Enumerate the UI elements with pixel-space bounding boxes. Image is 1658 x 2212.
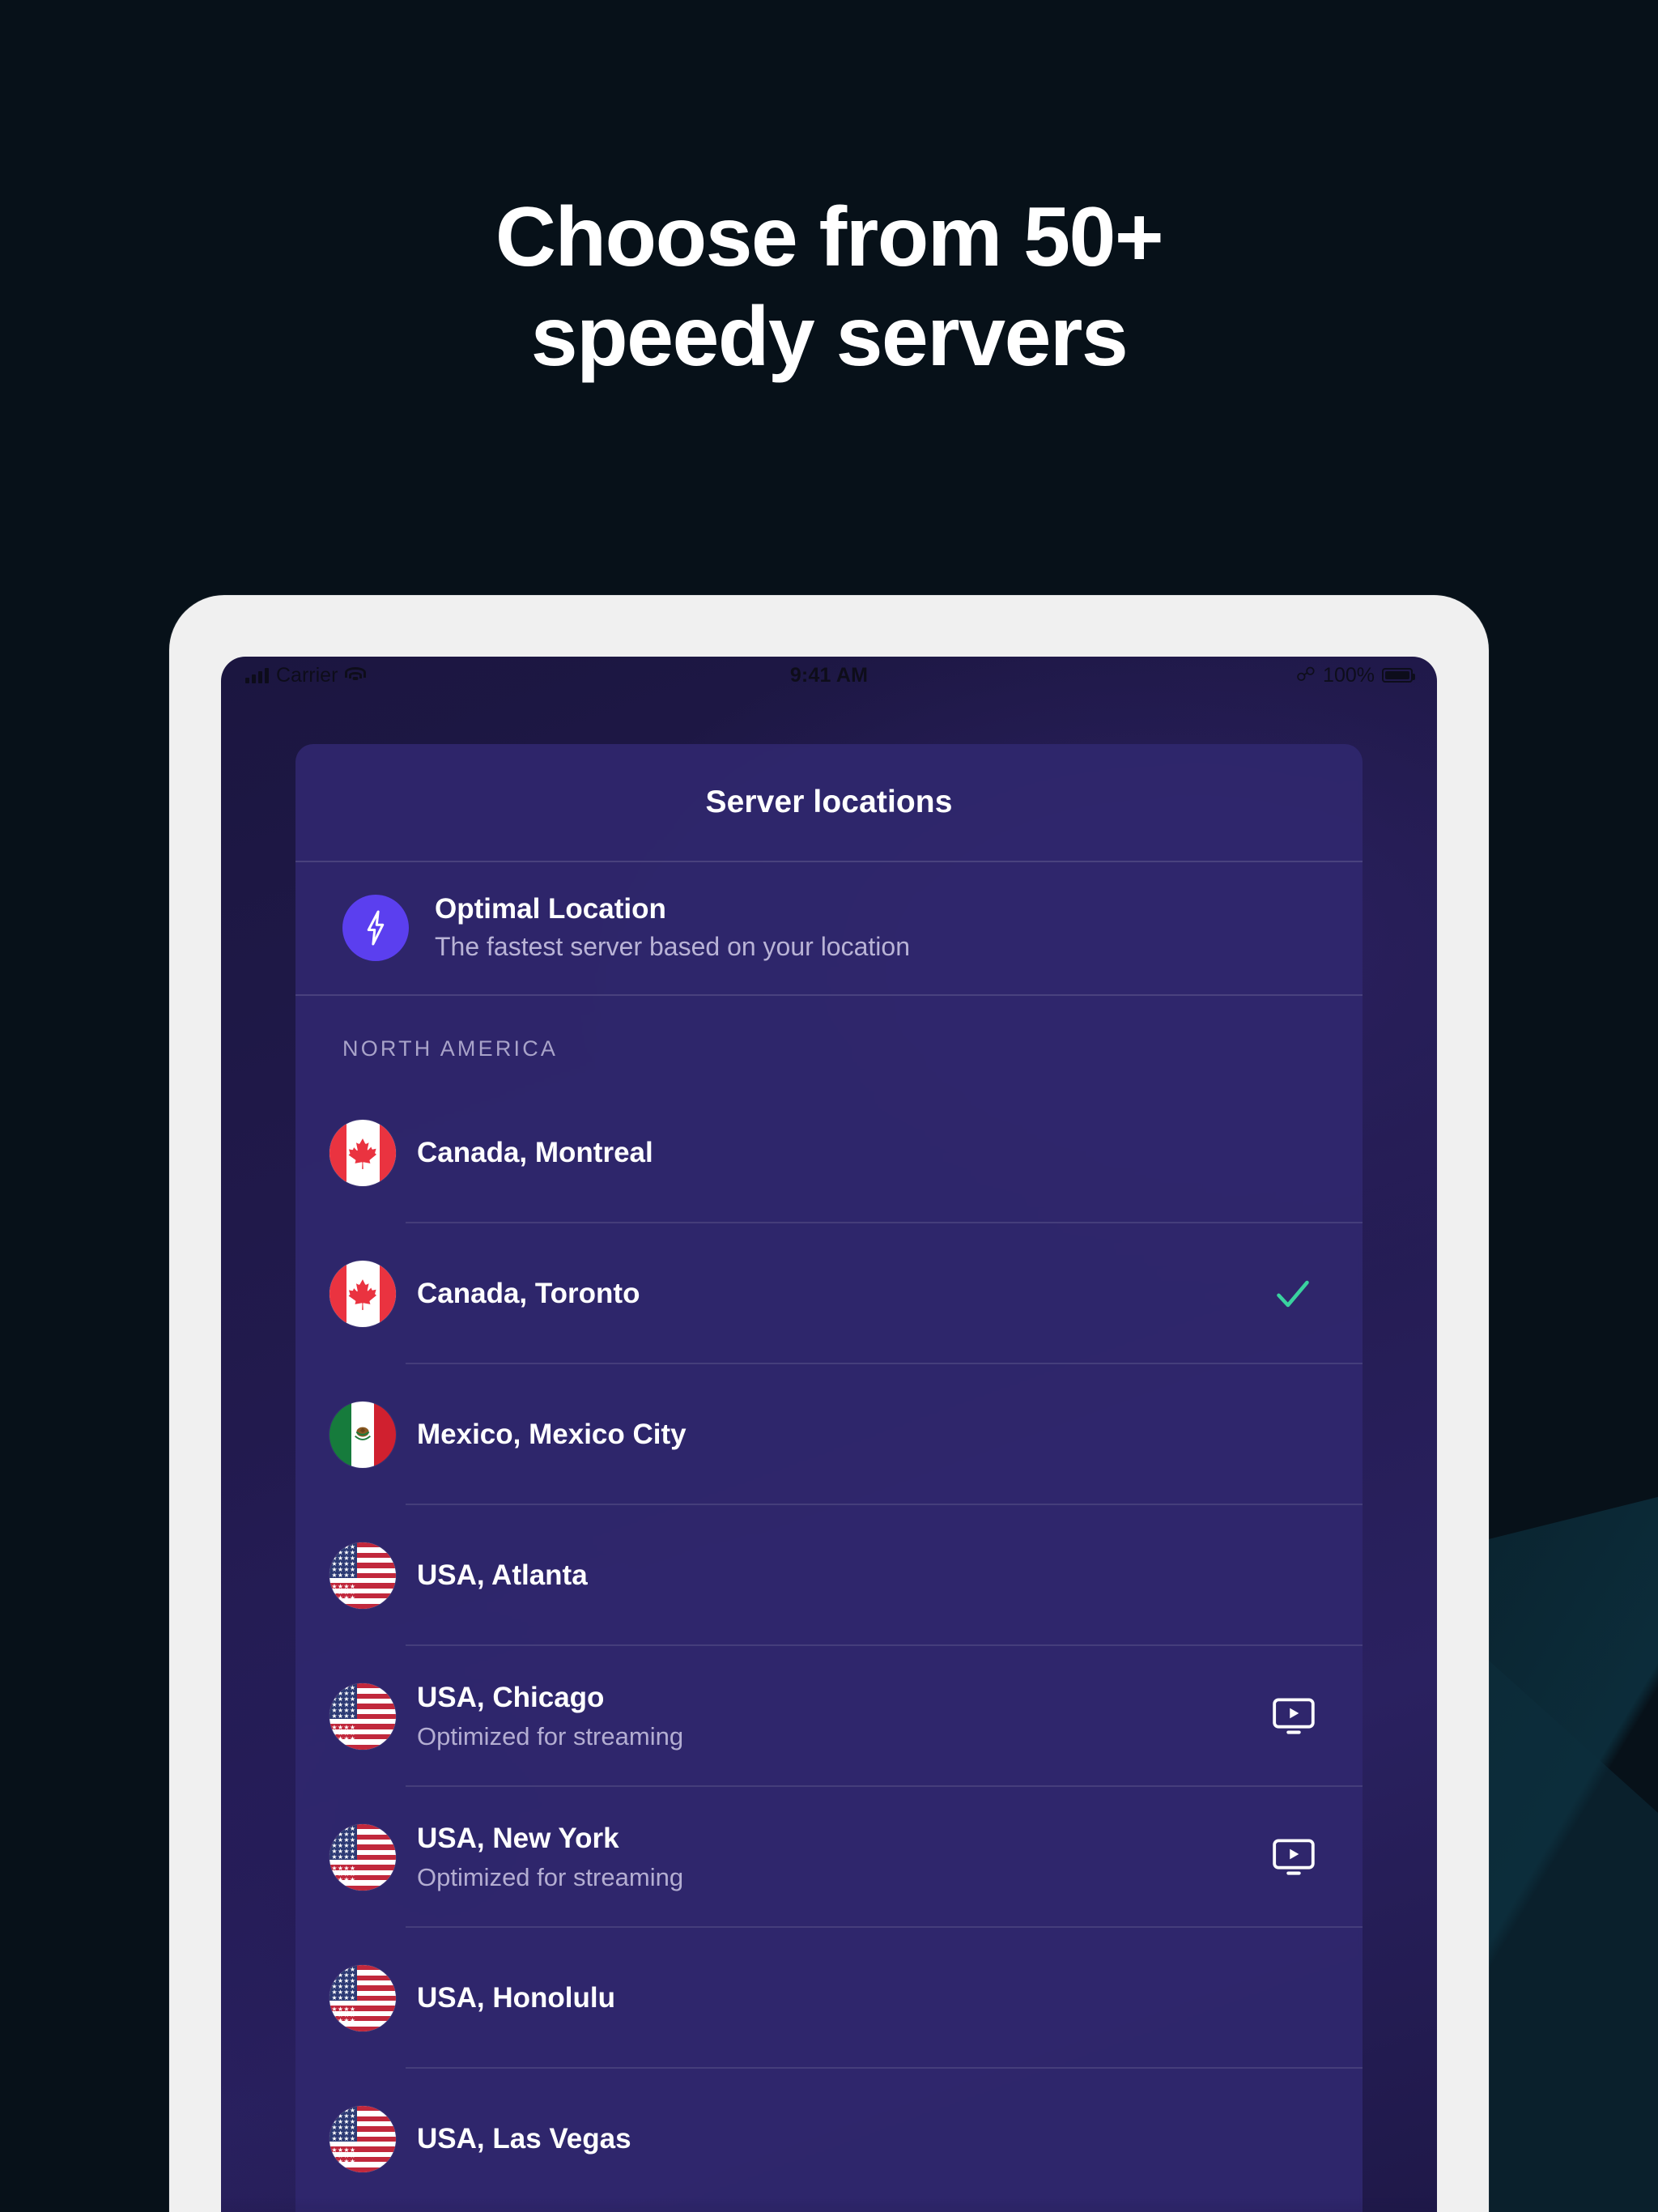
server-row-texts: USA, Atlanta — [417, 1559, 1316, 1592]
tablet-device-frame: Carrier 9:41 AM ☍ 100% Server locations — [169, 595, 1489, 2212]
server-row-texts: Mexico, Mexico City — [417, 1419, 1316, 1451]
section-header-north-america: NORTH AMERICA — [342, 1036, 559, 1061]
server-row-title: Mexico, Mexico City — [417, 1419, 687, 1450]
status-bar-time: 9:41 AM — [789, 663, 869, 687]
flag-canada-icon — [329, 1261, 396, 1327]
server-row-title: Canada, Montreal — [417, 1137, 653, 1168]
flag-usa-icon: ★ ★ ★ ★ ★ ★ ★ ★ ★ ★ ★ ★ ★ ★ ★ ★ ★ ★ ★ ★ ★ ★ ★ ★ ★ ★ ★ ★ ★ ★ ★ ★ ★ ★ ★ ★ ★ ★ ★ ★ — [329, 2106, 396, 2172]
optimal-location-texts: Optimal Location The fastest server base… — [435, 893, 910, 962]
server-row-title: Canada, Toronto — [417, 1278, 640, 1309]
optimal-location-title: Optimal Location — [435, 893, 666, 925]
screenshot-root: Choose from 50+ speedy servers Carrier 9… — [0, 0, 1658, 2212]
server-row[interactable]: Canada, Toronto — [295, 1223, 1363, 1364]
server-row-title: USA, Honolulu — [417, 1982, 615, 2014]
flag-usa-icon: ★ ★ ★ ★ ★ ★ ★ ★ ★ ★ ★ ★ ★ ★ ★ ★ ★ ★ ★ ★ ★ ★ ★ ★ ★ ★ ★ ★ ★ ★ ★ ★ ★ ★ ★ ★ ★ ★ ★ ★ — [329, 1824, 396, 1891]
server-row-texts: USA, Las Vegas — [417, 2123, 1316, 2155]
flag-canada-icon — [329, 1120, 396, 1186]
server-row[interactable]: Mexico, Mexico City — [295, 1364, 1363, 1505]
card-title: Server locations — [705, 785, 953, 819]
battery-icon — [1382, 668, 1415, 683]
signal-bars-icon — [245, 667, 269, 683]
server-row-texts: USA, Chicago Optimized for streaming — [417, 1682, 1272, 1751]
lightning-bolt-icon — [342, 894, 409, 961]
server-row[interactable]: ★ ★ ★ ★ ★ ★ ★ ★ ★ ★ ★ ★ ★ ★ ★ ★ ★ ★ ★ ★ ★ ★ ★ ★ ★ ★ ★ ★ ★ ★ ★ ★ ★ ★ ★ ★ ★ ★ ★ ★… — [295, 1646, 1363, 1787]
status-bar-right: ☍ 100% — [868, 663, 1415, 687]
streaming-optimized-icon — [1273, 1698, 1315, 1734]
server-row-texts: Canada, Toronto — [417, 1278, 1270, 1310]
server-locations-card: Server locations Optimal Location The fa… — [295, 744, 1363, 2212]
server-row[interactable]: ★ ★ ★ ★ ★ ★ ★ ★ ★ ★ ★ ★ ★ ★ ★ ★ ★ ★ ★ ★ ★ ★ ★ ★ ★ ★ ★ ★ ★ ★ ★ ★ ★ ★ ★ ★ ★ ★ ★ ★… — [295, 1787, 1363, 1928]
server-list: Canada, Montreal Canada, Toronto Mexico, M… — [295, 1083, 1363, 2210]
headline-line-2: speedy servers — [530, 289, 1129, 384]
page-title: Choose from 50+ speedy servers — [0, 188, 1658, 386]
battery-percent-label: 100% — [1323, 663, 1375, 687]
server-row[interactable]: Canada, Montreal — [295, 1083, 1363, 1223]
server-row[interactable]: ★ ★ ★ ★ ★ ★ ★ ★ ★ ★ ★ ★ ★ ★ ★ ★ ★ ★ ★ ★ ★ ★ ★ ★ ★ ★ ★ ★ ★ ★ ★ ★ ★ ★ ★ ★ ★ ★ ★ ★… — [295, 1928, 1363, 2069]
server-row-title: USA, New York — [417, 1823, 619, 1854]
device-screen: Carrier 9:41 AM ☍ 100% Server locations — [221, 657, 1437, 2212]
status-bar-left: Carrier — [245, 664, 790, 687]
server-row[interactable]: ★ ★ ★ ★ ★ ★ ★ ★ ★ ★ ★ ★ ★ ★ ★ ★ ★ ★ ★ ★ ★ ★ ★ ★ ★ ★ ★ ★ ★ ★ ★ ★ ★ ★ ★ ★ ★ ★ ★ ★… — [295, 1505, 1363, 1646]
server-row-texts: USA, Honolulu — [417, 1982, 1316, 2014]
optimal-location-row[interactable]: Optimal Location The fastest server base… — [295, 862, 1363, 994]
server-row[interactable]: ★ ★ ★ ★ ★ ★ ★ ★ ★ ★ ★ ★ ★ ★ ★ ★ ★ ★ ★ ★ ★ ★ ★ ★ ★ ★ ★ ★ ★ ★ ★ ★ ★ ★ ★ ★ ★ ★ ★ ★… — [295, 2069, 1363, 2210]
flag-usa-icon: ★ ★ ★ ★ ★ ★ ★ ★ ★ ★ ★ ★ ★ ★ ★ ★ ★ ★ ★ ★ ★ ★ ★ ★ ★ ★ ★ ★ ★ ★ ★ ★ ★ ★ ★ ★ ★ ★ ★ ★ — [329, 1683, 396, 1750]
selected-check-icon — [1277, 1280, 1309, 1308]
server-row-title: USA, Las Vegas — [417, 2123, 631, 2155]
carrier-label: Carrier — [276, 663, 338, 687]
server-row-texts: USA, New York Optimized for streaming — [417, 1823, 1272, 1892]
flag-usa-icon: ★ ★ ★ ★ ★ ★ ★ ★ ★ ★ ★ ★ ★ ★ ★ ★ ★ ★ ★ ★ ★ ★ ★ ★ ★ ★ ★ ★ ★ ★ ★ ★ ★ ★ ★ ★ ★ ★ ★ ★ — [329, 1965, 396, 2031]
server-row-subtitle: Optimized for streaming — [417, 1722, 684, 1750]
server-row-subtitle: Optimized for streaming — [417, 1863, 684, 1891]
server-row-texts: Canada, Montreal — [417, 1137, 1316, 1169]
optimal-location-subtitle: The fastest server based on your locatio… — [435, 932, 910, 961]
flag-mexico-icon — [329, 1402, 396, 1468]
streaming-optimized-icon — [1273, 1839, 1315, 1875]
wifi-icon — [345, 667, 367, 683]
status-bar: Carrier 9:41 AM ☍ 100% — [221, 657, 1437, 694]
server-row-title: USA, Atlanta — [417, 1559, 588, 1591]
bluetooth-icon: ☍ — [1295, 664, 1316, 686]
headline-line-1: Choose from 50+ — [495, 190, 1164, 284]
flag-usa-icon: ★ ★ ★ ★ ★ ★ ★ ★ ★ ★ ★ ★ ★ ★ ★ ★ ★ ★ ★ ★ ★ ★ ★ ★ ★ ★ ★ ★ ★ ★ ★ ★ ★ ★ ★ ★ ★ ★ ★ ★ — [329, 1542, 396, 1609]
server-row-title: USA, Chicago — [417, 1682, 605, 1713]
